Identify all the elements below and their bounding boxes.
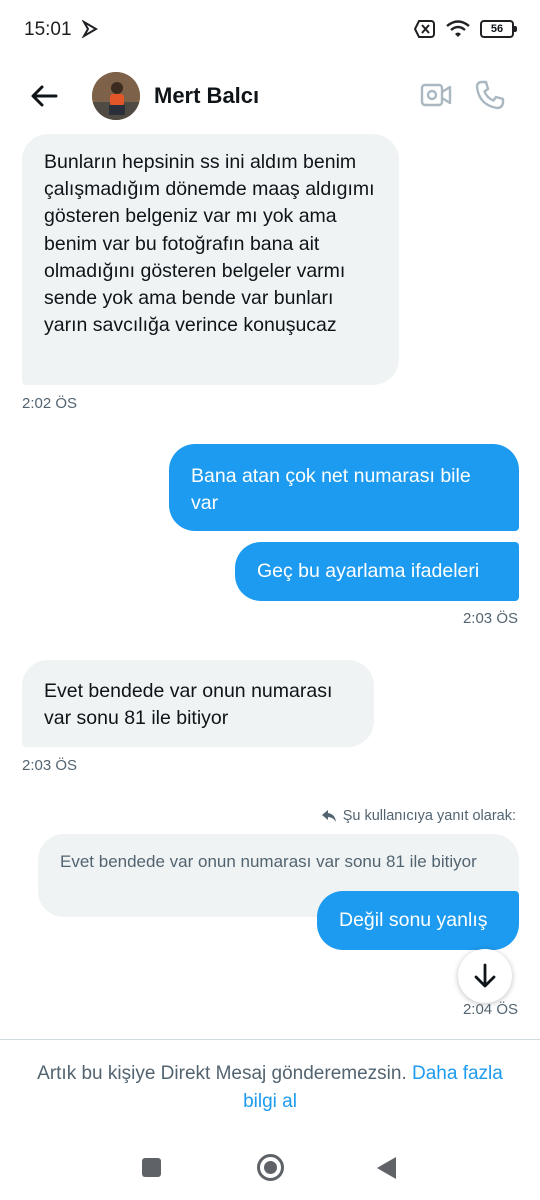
notice-text: Artık bu kişiye Direkt Mesaj gönderemezs… bbox=[37, 1063, 413, 1084]
message-timestamp: 2:02 ÖS bbox=[22, 395, 78, 412]
phone-icon[interactable] bbox=[474, 79, 506, 111]
notification-icon bbox=[82, 20, 98, 38]
incoming-message-bubble[interactable]: Evet bendede var onun numarası var sonu … bbox=[22, 660, 374, 747]
scroll-down-icon bbox=[474, 963, 496, 988]
wifi-icon bbox=[446, 20, 470, 37]
recents-button[interactable] bbox=[142, 1158, 161, 1177]
avatar[interactable] bbox=[92, 72, 140, 120]
back-arrow-icon[interactable] bbox=[28, 80, 60, 112]
battery-icon: 56 bbox=[480, 20, 517, 38]
home-button[interactable] bbox=[257, 1154, 284, 1181]
outgoing-message-bubble[interactable]: Değil sonu yanlış bbox=[317, 891, 519, 950]
system-icons: 56 bbox=[414, 20, 517, 38]
system-nav-bar bbox=[0, 1135, 540, 1200]
conversation-header: Mert Balcı bbox=[0, 62, 540, 130]
contact-name[interactable]: Mert Balcı bbox=[154, 83, 259, 109]
reply-arrow-icon bbox=[321, 810, 336, 822]
outgoing-message-bubble[interactable]: Geç bu ayarlama ifadeleri bbox=[235, 542, 519, 601]
reply-label-text: Şu kullanıcıya yanıt olarak: bbox=[342, 808, 516, 824]
outgoing-message-bubble[interactable]: Bana atan çok net numarası bile var bbox=[169, 444, 519, 531]
reply-indicator: Şu kullanıcıya yanıt olarak: bbox=[321, 808, 516, 824]
avatar-image bbox=[92, 72, 140, 120]
incoming-message-bubble[interactable]: Bunların hepsinin ss ini aldım benim çal… bbox=[22, 134, 399, 385]
status-bar: 15:01 56 bbox=[0, 0, 540, 60]
video-call-icon[interactable] bbox=[420, 81, 452, 109]
no-sim-icon bbox=[414, 20, 435, 38]
scroll-to-bottom-button[interactable] bbox=[458, 949, 512, 1003]
dm-disabled-notice: Artık bu kişiye Direkt Mesaj gönderemezs… bbox=[0, 1060, 540, 1116]
system-back-button[interactable] bbox=[377, 1157, 396, 1179]
message-timestamp: 2:04 ÖS bbox=[462, 1001, 518, 1018]
footer-divider bbox=[0, 1039, 540, 1040]
status-time: 15:01 bbox=[24, 19, 72, 40]
message-timestamp: 2:03 ÖS bbox=[22, 757, 78, 774]
message-timestamp: 2:03 ÖS bbox=[462, 610, 518, 627]
